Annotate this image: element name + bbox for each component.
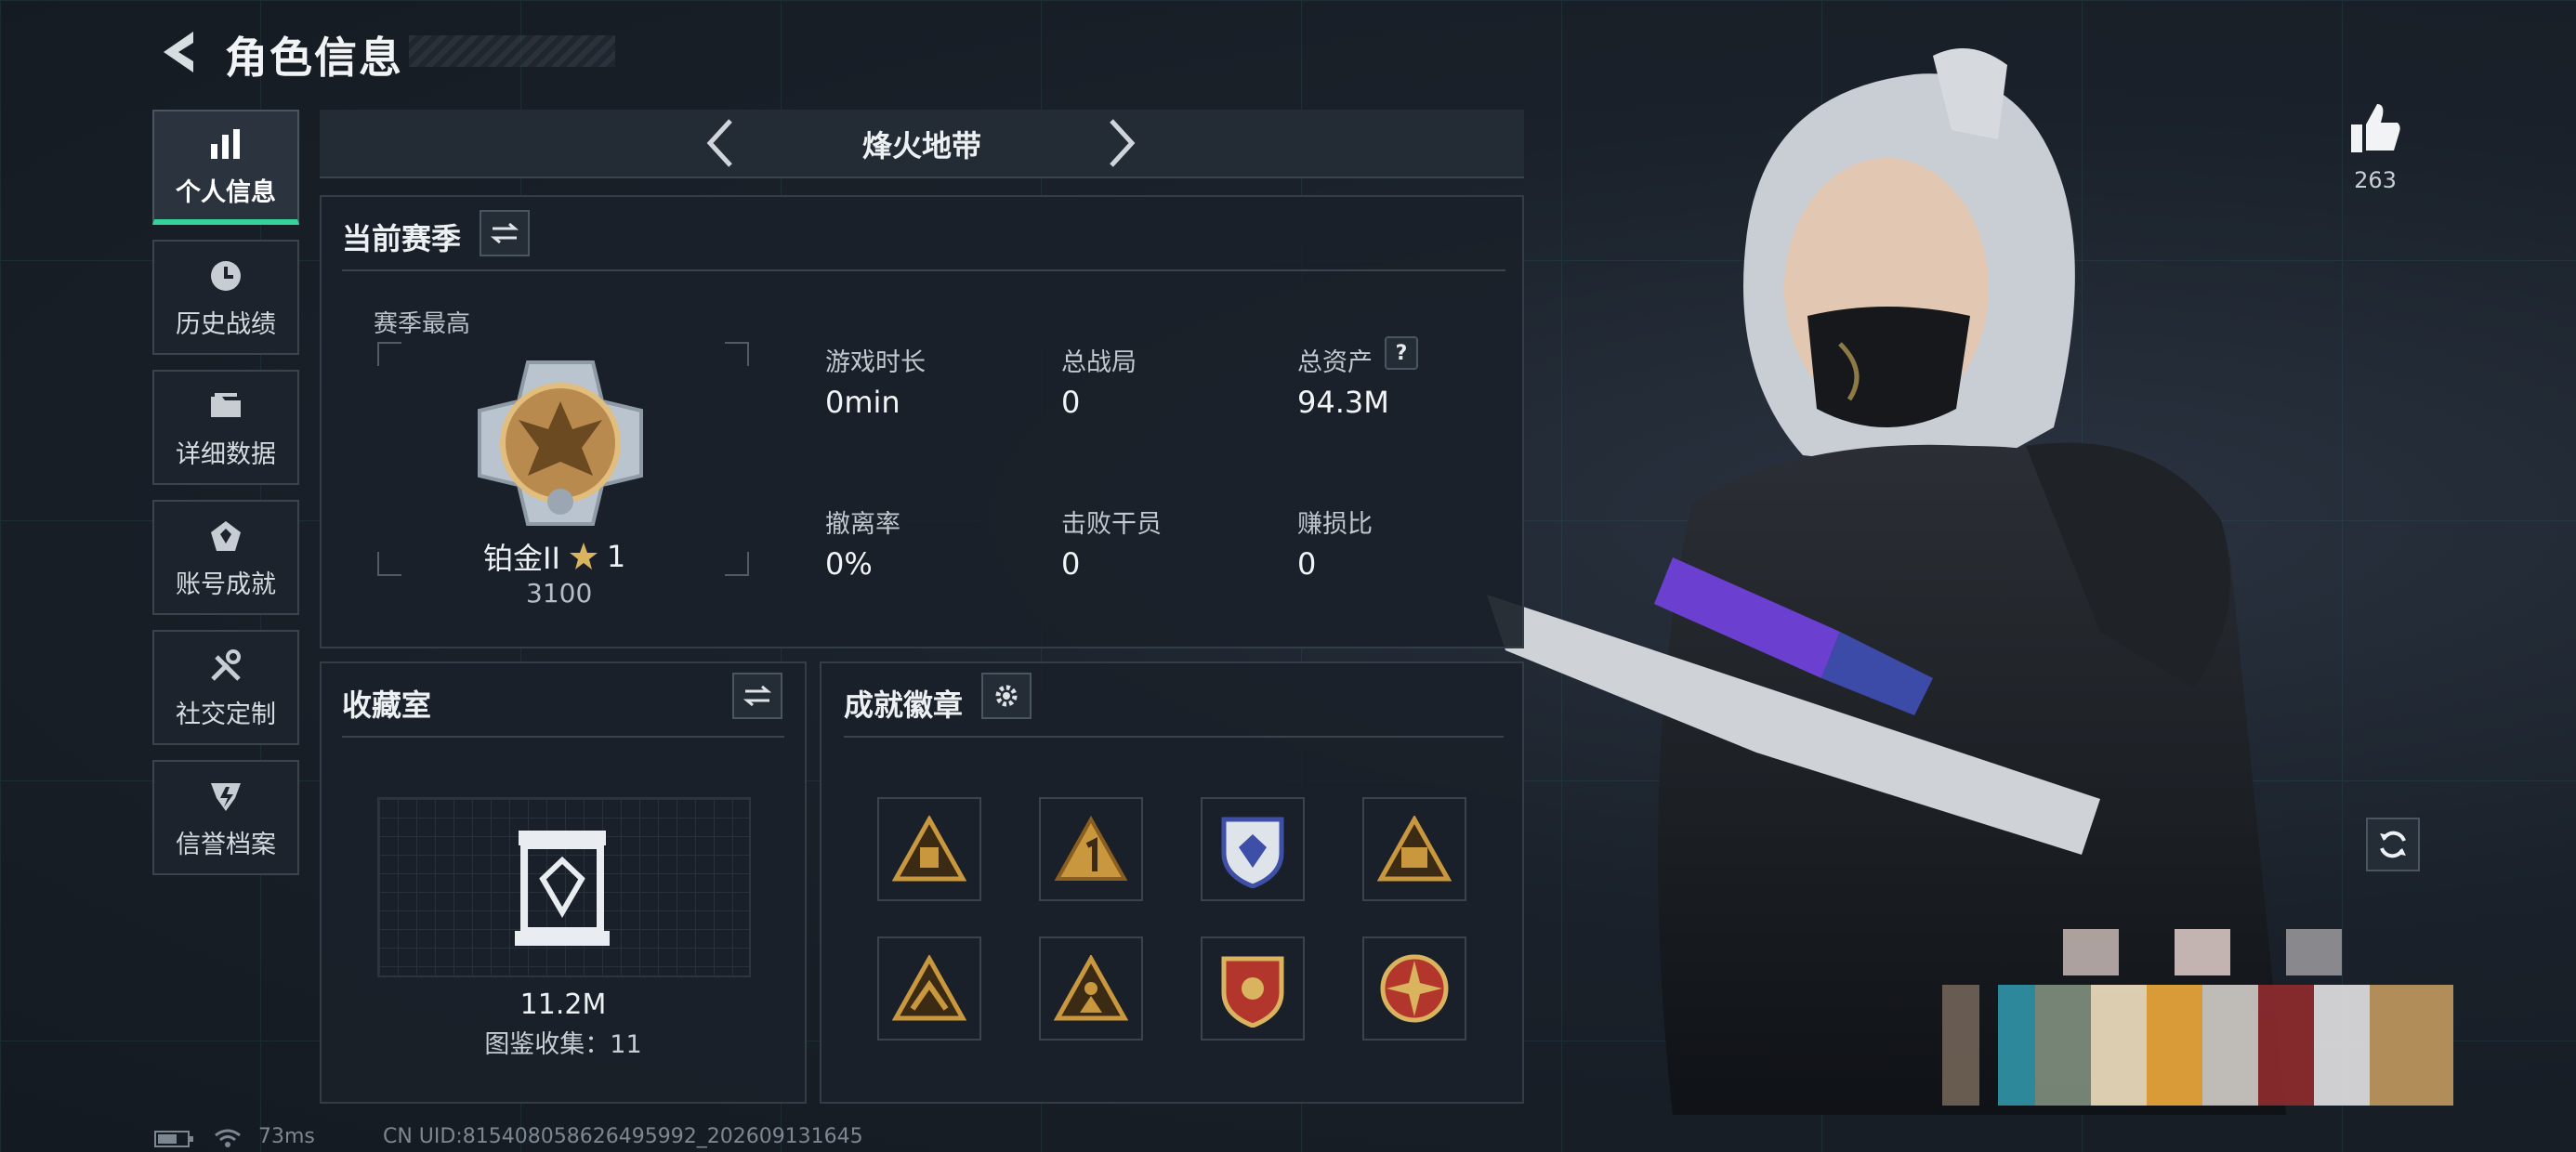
triangle-hands-badge-icon	[892, 955, 966, 1021]
divider	[342, 269, 1505, 271]
refresh-icon	[2380, 831, 2406, 858]
thumbs-up-icon	[2351, 104, 2400, 152]
badge-slot-7[interactable]	[1201, 936, 1305, 1041]
frame-corner	[725, 342, 749, 366]
sidebar-item-label: 社交定制	[176, 700, 276, 729]
rank-emblem-icon	[478, 360, 643, 526]
swap-icon	[491, 222, 519, 244]
sidebar-item-label: 历史战绩	[176, 309, 276, 339]
frame-corner	[725, 552, 749, 576]
season-title: 当前赛季	[342, 221, 462, 256]
sidebar-item-detailed-data[interactable]: 详细数据	[152, 370, 299, 485]
sidebar-item-personal-info[interactable]: 个人信息	[152, 110, 299, 225]
frame-corner	[377, 342, 401, 366]
battery-icon	[154, 1131, 193, 1147]
mode-next-button[interactable]	[1087, 110, 1154, 177]
badge-slot-1[interactable]	[877, 797, 981, 901]
triangle-badge-icon	[892, 816, 966, 882]
swap-icon	[743, 685, 771, 707]
like-count: 263	[2354, 167, 2397, 193]
triangle-one-badge-icon	[1054, 816, 1128, 881]
badges-settings-button[interactable]	[981, 673, 1032, 719]
wifi-icon	[215, 1129, 241, 1147]
season-best-label: 赛季最高	[374, 310, 471, 338]
rank-name: 铂金II	[483, 541, 560, 576]
stat-value-total-assets: 94.3M	[1297, 385, 1389, 420]
season-switch-button[interactable]	[480, 210, 530, 256]
stat-value-total-matches: 0	[1061, 385, 1081, 420]
badge-slot-3[interactable]	[1201, 797, 1305, 901]
back-arrow-icon	[164, 32, 193, 72]
badge-slot-8[interactable]	[1362, 936, 1466, 1041]
collection-catalog: 图鉴收集：11	[484, 1030, 642, 1059]
mode-name: 烽火地带	[861, 128, 981, 164]
collection-switch-button[interactable]	[732, 673, 782, 719]
sidebar-item-credit-record[interactable]: 信誉档案	[152, 760, 299, 875]
display-case-icon	[515, 831, 610, 946]
sidebar-item-match-history[interactable]: 历史战绩	[152, 240, 299, 355]
clock-icon	[205, 255, 246, 296]
badge-slot-4[interactable]	[1362, 797, 1466, 901]
help-button[interactable]: ?	[1385, 336, 1418, 370]
refresh-button[interactable]	[2366, 818, 2420, 871]
badges-title: 成就徽章	[844, 687, 964, 723]
sidebar-item-label: 信誉档案	[176, 830, 276, 859]
character-illustration	[1487, 48, 2453, 1115]
stat-value-operators-defeated: 0	[1061, 546, 1081, 582]
compass-badge-icon	[1380, 954, 1449, 1023]
triangle-58-badge-icon	[1377, 816, 1452, 882]
back-button[interactable]	[156, 26, 204, 78]
stat-label-extract-rate: 撤离率	[825, 510, 900, 539]
stat-value-profit-loss: 0	[1297, 546, 1317, 582]
uid-text: CN UID:815408058626495992_202609131645	[383, 1125, 863, 1148]
stat-value-playtime: 0min	[825, 385, 900, 420]
like-button[interactable]	[2346, 98, 2405, 158]
folder-icon	[205, 386, 246, 426]
police-shield-badge-icon	[1221, 817, 1284, 888]
page-title: 角色信息	[225, 33, 403, 83]
frame-corner	[377, 552, 401, 576]
sidebar-item-label: 个人信息	[176, 177, 276, 207]
sidebar-item-label: 详细数据	[176, 439, 276, 469]
sidebar-item-achievements[interactable]: 账号成就	[152, 500, 299, 615]
badge-slot-5[interactable]	[877, 936, 981, 1041]
shield-icon	[205, 776, 246, 817]
bar-chart-icon	[205, 124, 246, 164]
stat-label-operators-defeated: 击败干员	[1061, 510, 1162, 539]
stat-label-total-matches: 总战局	[1061, 348, 1137, 377]
badge-slot-2[interactable]	[1039, 797, 1143, 901]
divider	[844, 736, 1504, 738]
sidebar-item-social-custom[interactable]: 社交定制	[152, 630, 299, 745]
rank-stars: 1	[606, 539, 626, 574]
star-icon	[569, 543, 598, 569]
collection-title: 收藏室	[342, 687, 432, 723]
rank-score: 3100	[526, 578, 593, 609]
rank-row: 铂金II 1	[483, 535, 625, 578]
tools-icon	[205, 646, 246, 687]
collection-value: 11.2M	[519, 988, 607, 1021]
gear-icon	[995, 685, 1018, 707]
medal-icon	[205, 516, 246, 556]
help-icon: ?	[1395, 341, 1408, 365]
ping-readout: 73ms	[258, 1125, 315, 1148]
stat-label-profit-loss: 赚损比	[1297, 510, 1373, 539]
title-decoration	[409, 35, 615, 67]
chevron-right-icon	[1110, 119, 1136, 167]
triangle-soldier-badge-icon	[1054, 955, 1128, 1021]
stat-label-total-assets: 总资产	[1297, 348, 1373, 377]
stat-label-playtime: 游戏时长	[825, 348, 926, 377]
red-shield-badge-icon	[1221, 956, 1284, 1028]
sidebar-item-label: 账号成就	[176, 569, 276, 599]
badge-slot-6[interactable]	[1039, 936, 1143, 1041]
stat-value-extract-rate: 0%	[825, 546, 873, 582]
divider	[342, 736, 784, 738]
